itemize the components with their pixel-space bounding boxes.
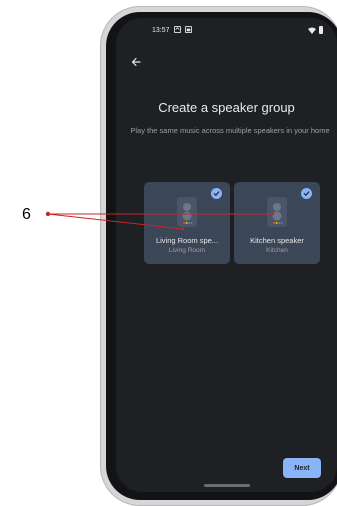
callout-lines	[45, 211, 275, 231]
callout-number: 6	[22, 206, 31, 223]
